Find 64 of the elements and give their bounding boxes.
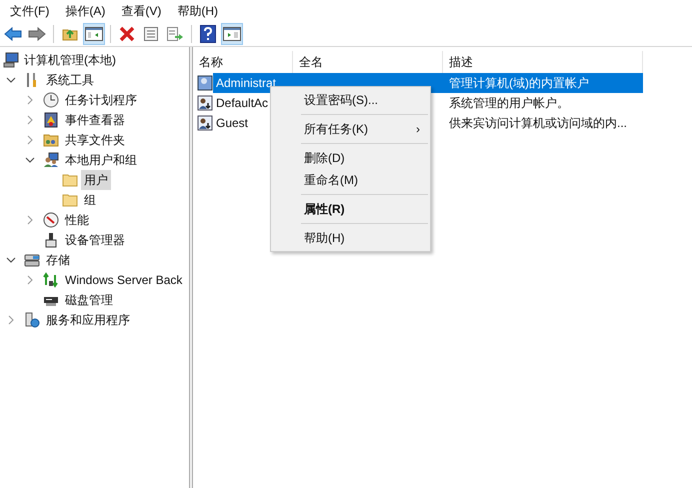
chevron-right-icon[interactable] (25, 95, 35, 105)
tree-item[interactable]: 磁盘管理 (62, 290, 116, 310)
tree-item[interactable]: 设备管理器 (62, 230, 128, 250)
chevron-down-icon[interactable] (25, 155, 35, 165)
menu-item[interactable]: 帮助(H) (271, 227, 430, 249)
tree-item[interactable]: 共享文件夹 (62, 130, 128, 150)
menu-item[interactable]: 重命名(M) (271, 169, 430, 191)
properties-icon (143, 26, 159, 42)
menu-item[interactable]: 文件(F) (2, 2, 58, 20)
shared-folder-icon (43, 132, 59, 148)
user-name[interactable]: Administrat (213, 73, 293, 93)
backup-icon (43, 272, 59, 288)
chevron-down-icon[interactable] (6, 75, 16, 85)
tree-item[interactable]: 本地用户和组 (62, 150, 140, 170)
menu-item[interactable]: 属性(R) (271, 198, 430, 220)
menu-item[interactable]: 所有任务(K) › (271, 118, 430, 140)
folder-icon (62, 172, 78, 188)
back-arrow-icon (4, 27, 22, 41)
tree-item[interactable]: 用户 (81, 170, 111, 190)
chevron-right-icon[interactable] (25, 275, 35, 285)
user-icon (197, 95, 213, 111)
clock-icon (43, 92, 59, 108)
chevron-right-icon[interactable] (25, 115, 35, 125)
forward-arrow-icon (28, 27, 46, 41)
tree-item[interactable]: 组 (81, 190, 99, 210)
services-icon (24, 312, 40, 328)
computer-icon (3, 52, 19, 68)
help-icon (200, 25, 216, 43)
tree-item[interactable]: 存储 (43, 250, 73, 270)
toolbar-button[interactable] (197, 23, 219, 45)
menu-item[interactable]: 帮助(H) (169, 2, 226, 20)
action-pane-icon (223, 27, 241, 41)
chevron-right-icon[interactable] (25, 135, 35, 145)
chevron-right-icon[interactable] (6, 315, 16, 325)
tree-item[interactable]: 计算机管理(本地) (22, 51, 118, 69)
table-cell-text: 系统管理的用户帐户。 (448, 95, 570, 112)
event-log-icon (43, 112, 59, 128)
user-icon (197, 115, 213, 131)
user-name[interactable]: Guest (213, 113, 248, 133)
tree-item[interactable]: 性能 (62, 210, 92, 230)
tree-pane-icon (85, 27, 103, 41)
tree-item[interactable]: Windows Server Back (62, 270, 186, 290)
tree-item[interactable]: 任务计划程序 (62, 90, 140, 110)
delete-icon (119, 26, 135, 42)
tree-item[interactable]: 事件查看器 (62, 110, 128, 130)
menu-item[interactable]: 操作(A) (57, 2, 114, 20)
menu-item[interactable]: 查看(V) (113, 2, 170, 20)
menu-item[interactable]: 删除(D) (271, 147, 430, 169)
user-name[interactable]: DefaultAc (213, 93, 268, 113)
table-cell-text: 供来宾访问计算机或访问域的内... (448, 115, 628, 132)
tree-item[interactable]: 服务和应用程序 (43, 310, 133, 330)
user-icon (197, 75, 213, 91)
chevron-right-icon[interactable] (25, 215, 35, 225)
folder-icon (62, 192, 78, 208)
toolbar-button[interactable] (221, 23, 243, 45)
table-cell: 管理计算机(域)的内置帐户 (443, 73, 643, 93)
export-list-icon (166, 26, 184, 42)
chevron-down-icon[interactable] (6, 255, 16, 265)
toolbar-button[interactable] (83, 23, 105, 45)
gauge-icon (43, 212, 59, 228)
storage-icon (24, 252, 40, 268)
users-icon (43, 152, 59, 168)
device-icon (43, 232, 59, 248)
tree-item[interactable]: 系统工具 (43, 70, 97, 90)
